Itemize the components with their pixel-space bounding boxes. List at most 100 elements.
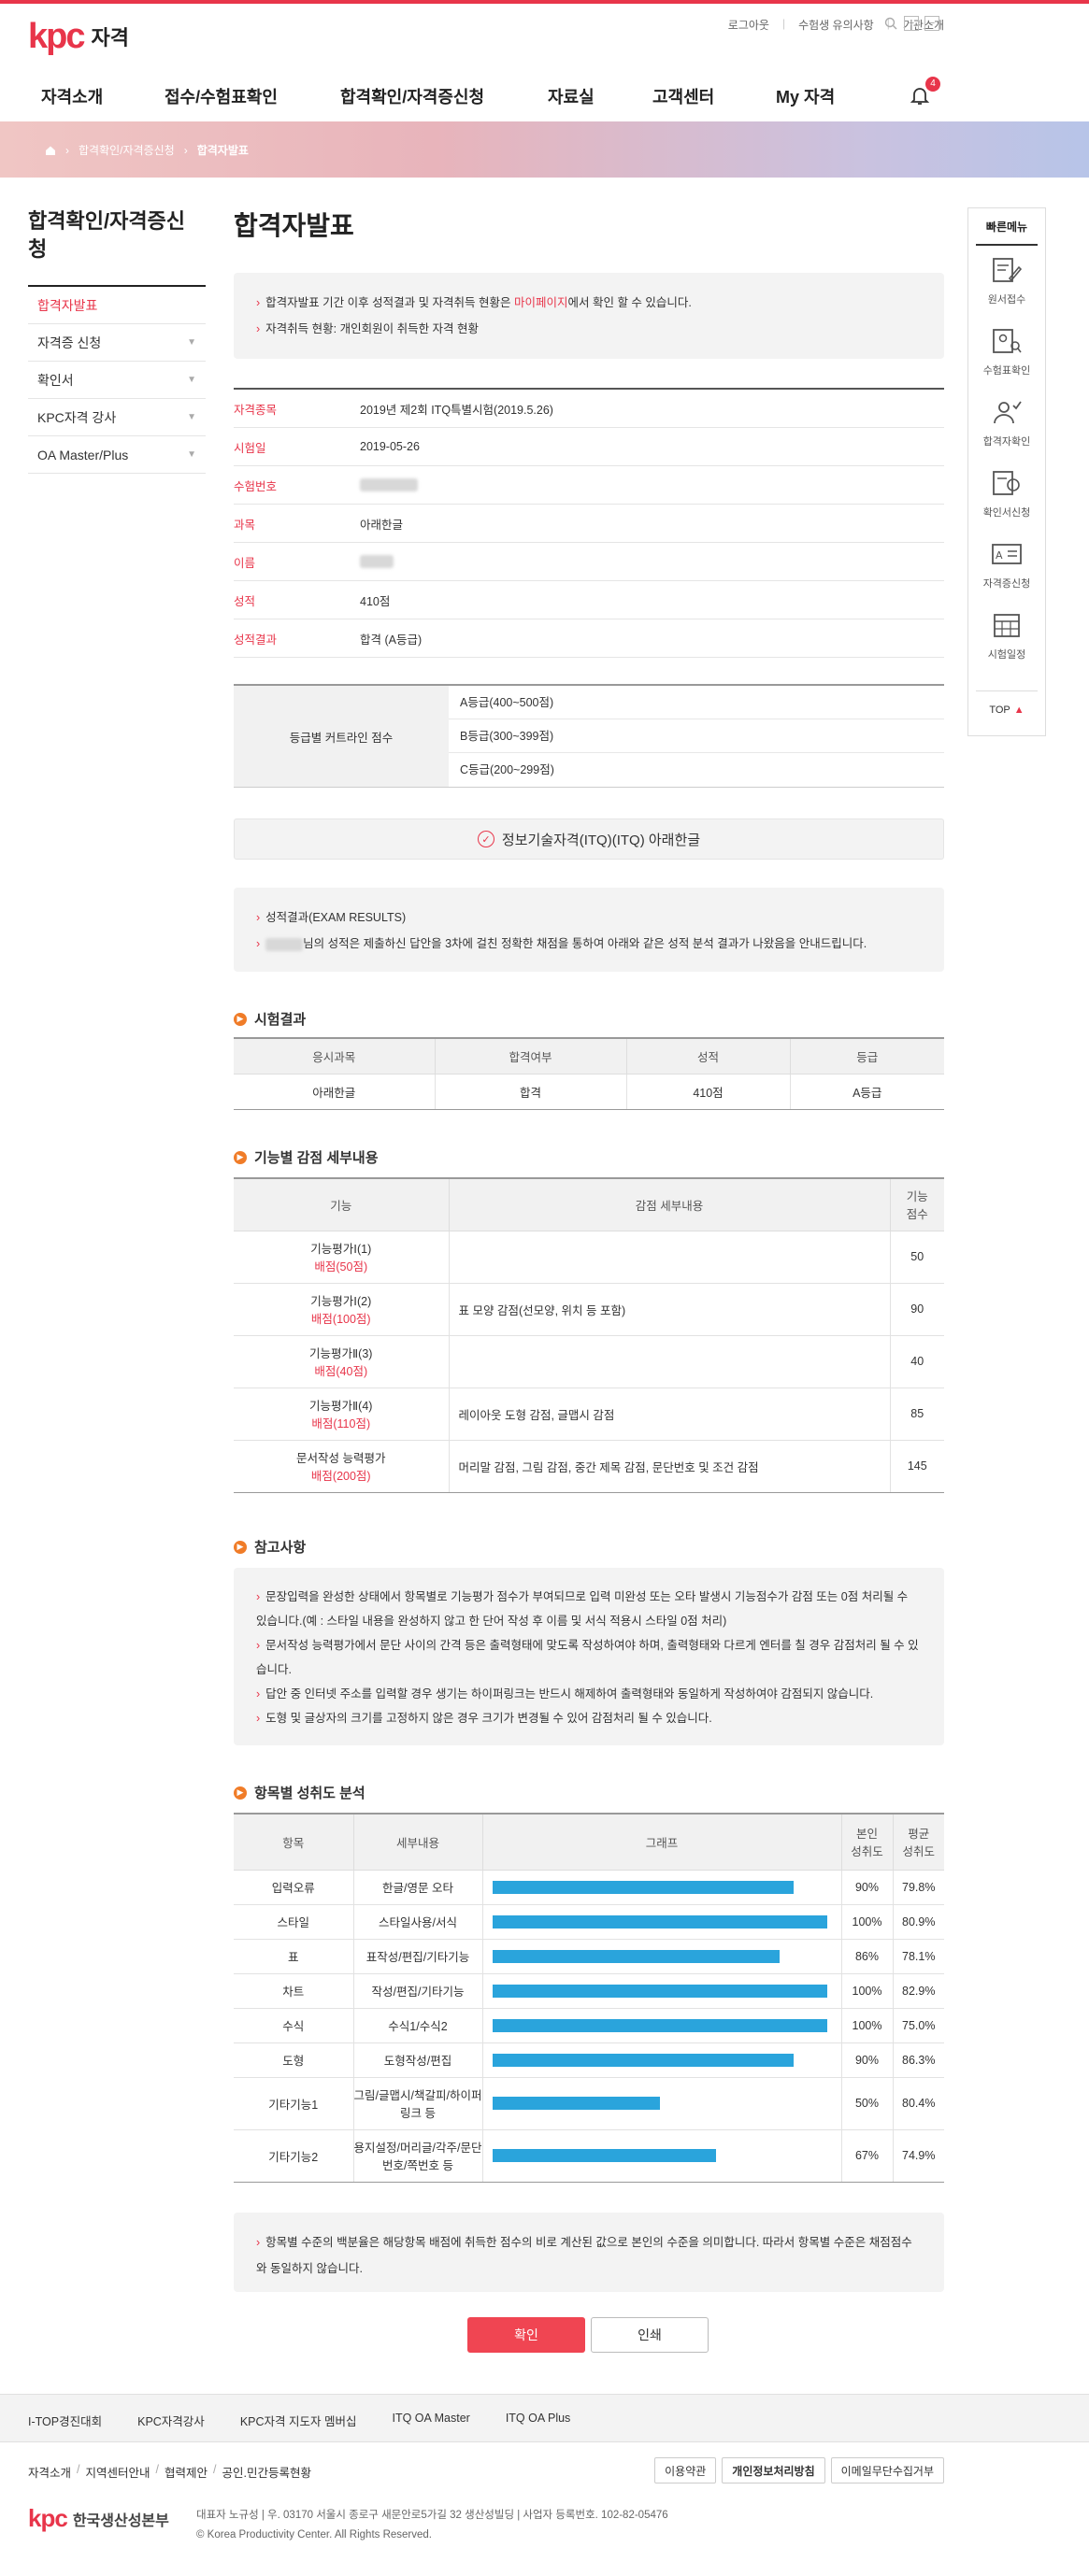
nav-item-resources[interactable]: 자료실 <box>548 84 595 108</box>
achievement-item: 스타일 <box>234 1903 354 1940</box>
achievement-bar <box>492 1984 827 1998</box>
footer-sub-links: 자격소개 / 지역센터안내 / 협력제안 / 공인.민간등록현황 <box>28 2463 311 2481</box>
achievement-bar <box>492 2149 717 2162</box>
level-notice-box: › 항목별 수준의 백분율은 해당항목 배점에 취득한 점수의 비로 계산된 값으… <box>234 2213 944 2292</box>
info-row: 과목 아래한글 <box>234 505 944 543</box>
self-achievement: 67% <box>840 2128 894 2183</box>
cutline-label: 등급별 커트라인 점수 <box>234 686 449 787</box>
achievement-bar <box>492 2097 660 2110</box>
logout-link[interactable]: 로그아웃 <box>728 17 769 33</box>
footer-link[interactable]: KPC자격 지도자 멤버십 <box>240 2412 357 2429</box>
results-line: › 님의 성적은 제출하신 답안을 3차에 걸친 정확한 채점을 통하여 아래와 … <box>256 937 867 951</box>
nav-item-about[interactable]: 자격소개 <box>41 84 103 108</box>
redacted-name <box>265 937 304 951</box>
scroll-top-button[interactable]: TOP ▲ <box>976 690 1038 728</box>
column-header: 기능 <box>234 1177 450 1231</box>
chevron-right-icon: › <box>65 143 69 157</box>
chevron-right-icon: › <box>183 143 188 157</box>
cert-banner-text: 정보기술자격(ITQ)(ITQ) 아래한글 <box>501 832 701 848</box>
footer-link[interactable]: KPC자격강사 <box>137 2412 205 2429</box>
arrow-right-icon: ▶ <box>234 1540 247 1554</box>
achievement-item: 표 <box>234 1938 354 1974</box>
sidebar-item-instructor[interactable]: KPC자격 강사 ▼ <box>28 399 206 436</box>
notice-line: › 합격자발표 기간 이후 성적결과 및 자격취득 현황은 마이페이지에서 확인 … <box>256 296 692 309</box>
form-pencil-icon <box>993 258 1023 282</box>
column-header: 항목 <box>234 1813 354 1871</box>
footer-sub-link[interactable]: 자격소개 <box>28 2463 71 2481</box>
average-achievement: 74.9% <box>892 2128 944 2183</box>
license-card-icon: A <box>992 544 1022 564</box>
footer-link[interactable]: ITQ OA Plus <box>506 2412 570 2429</box>
achievement-detail: 스타일사용/서식 <box>352 1903 483 1940</box>
footer-link[interactable]: I-TOP경진대회 <box>28 2412 102 2429</box>
site-logo[interactable]: kpc 자격 <box>28 17 129 56</box>
footer-sub-link[interactable]: 협력제안 <box>165 2463 208 2481</box>
cert-banner: ✓ 정보기술자격(ITQ)(ITQ) 아래한글 <box>234 818 944 860</box>
redacted-exam-number <box>360 478 418 491</box>
print-button[interactable]: 인쇄 <box>591 2317 709 2353</box>
email-refusal-button[interactable]: 이메일무단수집거부 <box>830 2457 944 2483</box>
breadcrumb-item[interactable]: 합격확인/자격증신청 <box>79 142 175 158</box>
terms-button[interactable]: 이용약관 <box>654 2457 717 2483</box>
quick-item-cert-apply[interactable]: A 자격증신청 <box>968 530 1045 601</box>
quick-item-admission[interactable]: 수험표확인 <box>968 317 1045 388</box>
quick-item-pass[interactable]: 합격자확인 <box>968 388 1045 459</box>
self-achievement: 90% <box>840 1869 894 1905</box>
table-row: 문서작성 능력평가 배점(200점) 머리말 감점, 그림 감점, 중간 제목 감점… <box>234 1439 944 1493</box>
table-row: 기타기능2 용지설정/머리글/각주/문단번호/쪽번호 등 67% 74.9% <box>234 2128 944 2183</box>
footer-address: 대표자 노규성 | 우. 03170 서울시 종로구 새문안로5가길 32 생산… <box>196 2510 668 2540</box>
action-buttons: 확인 인쇄 <box>467 2317 709 2353</box>
info-row: 이름 <box>234 543 944 581</box>
nav-item-support[interactable]: 고객센터 <box>652 84 714 108</box>
average-achievement: 75.0% <box>892 2007 944 2043</box>
footer-sub-link[interactable]: 공인.민간등록현황 <box>222 2463 311 2481</box>
achievement-detail: 작성/편집/기타기능 <box>352 1972 483 2009</box>
footer-link[interactable]: ITQ OA Master <box>392 2412 469 2429</box>
sidebar-item-cert-apply[interactable]: 자격증 신청 ▼ <box>28 324 206 362</box>
quick-item-confirmation[interactable]: 확인서신청 <box>968 459 1045 530</box>
table-row: 차트 작성/편집/기타기능 100% 82.9% <box>234 1972 944 2009</box>
footer-logo: kpc 한국생산성본부 <box>28 2504 169 2532</box>
self-achievement: 100% <box>840 1972 894 2009</box>
achievement-detail: 그림/글맵시/책갈피/하이퍼링크 등 <box>352 2076 483 2130</box>
nav-item-my[interactable]: My 자격 <box>776 84 835 108</box>
table-row: 표 표작성/편집/기타기능 86% 78.1% <box>234 1938 944 1974</box>
sidebar-item-announcement[interactable]: 합격자발표 <box>28 287 206 324</box>
sidebar-item-oa-master[interactable]: OA Master/Plus ▼ <box>28 436 206 474</box>
zoom-in-icon[interactable]: + <box>904 16 919 31</box>
reference-item: › 문서작성 능력평가에서 문단 사이의 간격 등은 출력형태에 맞도록 작성하여… <box>256 1639 919 1676</box>
table-row: 기타기능1 그림/글맵시/책갈피/하이퍼링크 등 50% 80.4% <box>234 2076 944 2130</box>
redacted-name <box>360 555 394 568</box>
home-icon[interactable] <box>45 145 56 156</box>
self-achievement: 90% <box>840 2042 894 2078</box>
column-header: 응시과목 <box>234 1037 436 1075</box>
quick-menu: 빠른메뉴 원서접수 수험표확인 합격자확인 확인서신청 A 자격증신청 시험일정 … <box>967 207 1046 736</box>
achievement-detail: 수식1/수식2 <box>352 2007 483 2043</box>
mypage-link[interactable]: 마이페이지 <box>514 296 568 309</box>
utility-icons: + − <box>883 16 939 31</box>
zoom-out-icon[interactable]: − <box>924 16 939 31</box>
average-achievement: 86.3% <box>892 2042 944 2078</box>
column-header: 합격여부 <box>434 1037 627 1075</box>
info-row: 시험일 2019-05-26 <box>234 428 944 466</box>
achievement-item: 입력오류 <box>234 1869 354 1905</box>
privacy-button[interactable]: 개인정보처리방침 <box>722 2457 825 2483</box>
nav-item-apply[interactable]: 접수/수험표확인 <box>165 84 278 108</box>
sidebar-item-confirmation[interactable]: 확인서 ▼ <box>28 362 206 399</box>
column-header: 감점 세부내용 <box>448 1177 891 1231</box>
average-achievement: 80.4% <box>892 2076 944 2130</box>
table-row: 도형 도형작성/편집 90% 86.3% <box>234 2042 944 2078</box>
side-nav: 합격자발표 자격증 신청 ▼ 확인서 ▼ KPC자격 강사 ▼ OA Master/P… <box>28 285 206 474</box>
confirm-button[interactable]: 확인 <box>467 2317 585 2353</box>
nav-item-results[interactable]: 합격확인/자격증신청 <box>340 84 484 108</box>
results-box: › 성적결과(EXAM RESULTS) › 님의 성적은 제출하신 답안을 3차에… <box>234 888 944 972</box>
footer-sub-link[interactable]: 지역센터안내 <box>86 2463 150 2481</box>
table-row: 입력오류 한글/영문 오타 90% 79.8% <box>234 1869 944 1905</box>
table-row: 아래한글 합격 410점 A등급 <box>234 1073 944 1110</box>
quick-item-schedule[interactable]: 시험일정 <box>968 601 1045 672</box>
quick-item-application[interactable]: 원서접수 <box>968 246 1045 317</box>
arrow-right-icon: ▶ <box>234 1150 247 1164</box>
chevron-down-icon: ▼ <box>187 375 196 385</box>
search-icon[interactable] <box>883 16 898 31</box>
exam-notice-link[interactable]: 수험생 유의사항 <box>798 17 874 33</box>
